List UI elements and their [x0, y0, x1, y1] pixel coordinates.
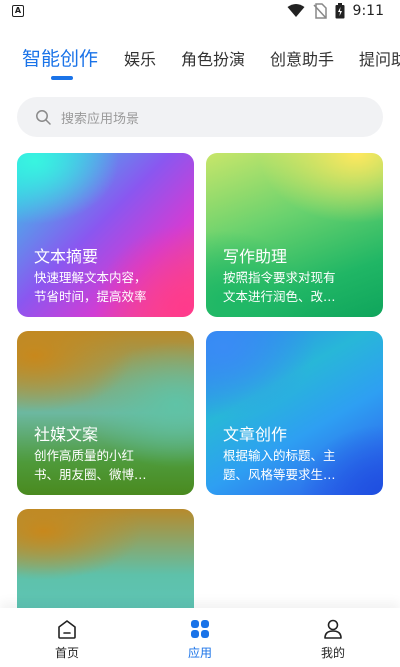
- profile-icon: [324, 619, 342, 639]
- card-desc-line: 根据输入的标题、主: [223, 448, 336, 463]
- card-title: 文章创作: [223, 425, 288, 444]
- card-partial[interactable]: [17, 509, 194, 619]
- card-desc-line: 快速理解文本内容，: [34, 270, 147, 285]
- card-text-summary[interactable]: 文本摘要 快速理解文本内容， 节省时间，提高效率: [17, 153, 194, 317]
- status-bar: A 9:11: [0, 0, 400, 26]
- nav-label: 应用: [187, 646, 212, 660]
- card-desc-line: 创作高质量的小红: [34, 448, 135, 463]
- nav-label: 首页: [54, 646, 79, 660]
- no-sim-icon: [312, 3, 327, 19]
- card-title: 写作助理: [223, 247, 288, 266]
- nav-label: 我的: [320, 646, 345, 660]
- status-icons: 9:11: [287, 3, 384, 19]
- search-icon: [36, 110, 51, 125]
- battery-icon: [335, 3, 345, 19]
- search-bar[interactable]: 搜索应用场景: [17, 97, 383, 137]
- status-time: 9:11: [352, 3, 384, 19]
- wifi-icon: [287, 4, 305, 17]
- tab-entertainment[interactable]: 娱乐: [124, 46, 156, 70]
- apps-icon: [191, 620, 209, 638]
- card-desc-line: 文本进行润色、改…: [223, 289, 336, 304]
- card-description: 创作高质量的小红 书、朋友圈、微博…: [34, 446, 180, 484]
- card-desc-line: 题、风格等要求生…: [223, 467, 336, 482]
- card-desc-line: 节省时间，提高效率: [34, 289, 147, 304]
- bottom-navigation: 首页 应用 我的: [0, 608, 400, 667]
- card-writing-assistant[interactable]: 写作助理 按照指令要求对现有 文本进行润色、改…: [206, 153, 383, 317]
- tab-creative-assistant[interactable]: 创意助手: [270, 46, 334, 70]
- nav-home[interactable]: 首页: [27, 608, 107, 667]
- nav-apps[interactable]: 应用: [160, 608, 240, 667]
- search-placeholder: 搜索应用场景: [61, 112, 140, 127]
- card-description: 快速理解文本内容， 节省时间，提高效率: [34, 268, 180, 306]
- tab-active-indicator: [51, 76, 73, 80]
- app-notification-icon: A: [12, 5, 24, 17]
- home-icon: [58, 620, 76, 639]
- card-title: 文本摘要: [34, 247, 99, 266]
- card-social-media-copy[interactable]: 社媒文案 创作高质量的小红 书、朋友圈、微博…: [17, 331, 194, 495]
- card-title: 社媒文案: [34, 425, 99, 444]
- nav-profile[interactable]: 我的: [293, 608, 373, 667]
- card-desc-line: 书、朋友圈、微博…: [34, 467, 147, 482]
- card-description: 根据输入的标题、主 题、风格等要求生…: [223, 446, 369, 484]
- tab-role-play[interactable]: 角色扮演: [181, 46, 245, 70]
- tab-question-assistant[interactable]: 提问助: [359, 46, 400, 70]
- card-desc-line: 按照指令要求对现有: [223, 270, 336, 285]
- tab-smart-creation[interactable]: 智能创作: [22, 44, 98, 71]
- card-article-creation[interactable]: 文章创作 根据输入的标题、主 题、风格等要求生…: [206, 331, 383, 495]
- card-description: 按照指令要求对现有 文本进行润色、改…: [223, 268, 369, 306]
